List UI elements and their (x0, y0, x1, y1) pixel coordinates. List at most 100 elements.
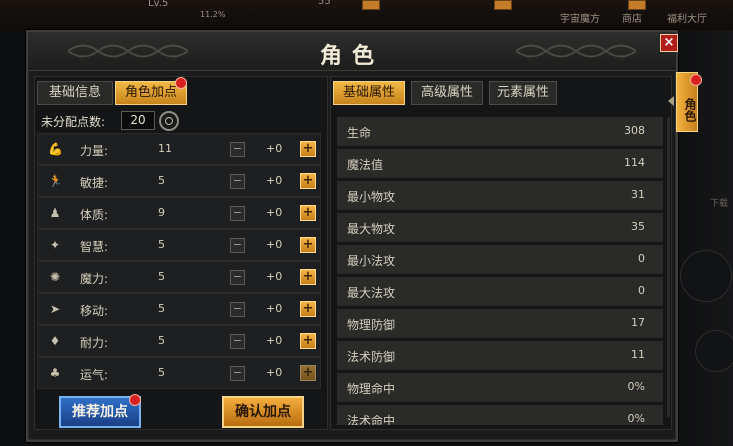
attribute-row-constitution: ♟ 体质: 9 − +0 + (37, 197, 321, 229)
decrease-button[interactable]: − (230, 142, 245, 157)
added-points: +0 (266, 238, 283, 251)
title-bar: 角色 × (28, 32, 678, 71)
stat-name: 生命 (347, 126, 372, 140)
reset-icon[interactable] (159, 111, 179, 131)
attribute-allocation-panel: 基础信息 角色加点 未分配点数: 20 💪 力量: 11 − +0 + 🏃 敏捷… (34, 76, 328, 430)
attribute-row-agility: 🏃 敏捷: 5 − +0 + (37, 165, 321, 197)
hud-button-2[interactable] (494, 0, 512, 10)
decrease-button[interactable]: − (230, 334, 245, 349)
attribute-row-luck: ♣ 运气: 5 − +0 + (37, 357, 321, 389)
added-points: +0 (266, 174, 283, 187)
stat-row: 物理防御 17 (337, 309, 663, 340)
attribute-value: 5 (158, 238, 165, 251)
stat-value: 35 (631, 220, 645, 233)
skill-slot[interactable] (680, 250, 732, 302)
attribute-label: 耐力: (80, 336, 109, 350)
notification-dot (175, 77, 187, 89)
hud-link-cube[interactable]: 宇宙魔方 (560, 10, 600, 25)
attribute-row-magic: ✺ 魔力: 5 − +0 + (37, 261, 321, 293)
attribute-row-movement: ➤ 移动: 5 − +0 + (37, 293, 321, 325)
attribute-value: 5 (158, 174, 165, 187)
increase-button[interactable]: + (300, 365, 316, 381)
strength-icon: 💪 (48, 142, 63, 156)
increase-button[interactable]: + (300, 301, 316, 317)
attribute-label: 魔力: (80, 272, 109, 286)
stat-row: 法术防御 11 (337, 341, 663, 372)
tab-basic-info[interactable]: 基础信息 (37, 81, 113, 105)
attribute-row-endurance: ♦ 耐力: 5 − +0 + (37, 325, 321, 357)
skill-slot[interactable] (695, 330, 733, 372)
stat-row: 法术命中 0% (337, 405, 663, 425)
stat-list[interactable]: 生命 308 魔法值 114 最小物攻 31 最大物攻 35 最小法攻 0 最大… (337, 117, 665, 425)
decrease-button[interactable]: − (230, 366, 245, 381)
increase-button[interactable]: + (300, 333, 316, 349)
agility-icon: 🏃 (48, 174, 63, 188)
magic-icon: ✺ (49, 270, 61, 284)
attribute-value: 5 (158, 302, 165, 315)
stat-row: 生命 308 (337, 117, 663, 148)
added-points: +0 (266, 270, 283, 283)
increase-button[interactable]: + (300, 141, 316, 157)
character-window: 角色 × 基础信息 角色加点 未分配点数: 20 💪 力量: 11 − +0 +… (26, 30, 678, 442)
increase-button[interactable]: + (300, 205, 316, 221)
hud-link-welfare[interactable]: 福利大厅 (667, 10, 707, 25)
side-note: 下载 (710, 199, 729, 209)
increase-button[interactable]: + (300, 237, 316, 253)
attribute-label: 敏捷: (80, 176, 109, 190)
added-points: +0 (266, 366, 283, 379)
attribute-label: 运气: (80, 368, 109, 382)
decrease-button[interactable]: − (230, 206, 245, 221)
close-button[interactable]: × (660, 34, 678, 52)
stat-name: 法术防御 (347, 350, 396, 364)
increase-button[interactable]: + (300, 173, 316, 189)
decrease-button[interactable]: − (230, 174, 245, 189)
attribute-row-wisdom: ✦ 智慧: 5 − +0 + (37, 229, 321, 261)
stat-value: 31 (631, 188, 645, 201)
tab-element-stats[interactable]: 元素属性 (489, 81, 557, 105)
added-points: +0 (266, 206, 283, 219)
stat-name: 魔法值 (347, 158, 384, 172)
stat-row: 魔法值 114 (337, 149, 663, 180)
tab-basic-stats[interactable]: 基础属性 (333, 81, 405, 105)
stats-scrollbar[interactable] (667, 117, 670, 417)
confirm-points-button[interactable]: 确认加点 (222, 396, 304, 428)
stat-row: 最小法攻 0 (337, 245, 663, 276)
constitution-icon: ♟ (49, 206, 61, 220)
stat-value: 308 (624, 124, 645, 137)
stat-name: 最小物攻 (347, 190, 396, 204)
points-label: 未分配点数: (41, 115, 106, 129)
attribute-value: 9 (158, 206, 165, 219)
wisdom-icon: ✦ (49, 238, 61, 252)
endurance-icon: ♦ (49, 334, 61, 348)
hud-button-1[interactable] (362, 0, 380, 10)
player-level: Lv.5 (148, 0, 169, 9)
stat-name: 法术命中 (347, 414, 396, 425)
attribute-label: 智慧: (80, 240, 109, 254)
increase-button[interactable]: + (300, 269, 316, 285)
stat-value: 114 (624, 156, 645, 169)
stat-name: 物理防御 (347, 318, 396, 332)
tab-advanced-stats[interactable]: 高级属性 (411, 81, 483, 105)
stat-value: 17 (631, 316, 645, 329)
attribute-value: 5 (158, 270, 165, 283)
decrease-button[interactable]: − (230, 270, 245, 285)
stat-value: 0 (638, 284, 645, 297)
decrease-button[interactable]: − (230, 238, 245, 253)
movement-icon: ➤ (49, 302, 61, 316)
notification-dot (690, 74, 702, 86)
added-points: +0 (266, 142, 283, 155)
hud-button-3[interactable] (628, 0, 646, 10)
added-points: +0 (266, 334, 283, 347)
decrease-button[interactable]: − (230, 302, 245, 317)
stat-name: 最大法攻 (347, 286, 396, 300)
notification-dot (129, 394, 141, 406)
top-hud: Lv.5 11.2% 55 宇宙魔方 商店 福利大厅 (0, 0, 733, 30)
stat-row: 最大物攻 35 (337, 213, 663, 244)
stat-row: 最大法攻 0 (337, 277, 663, 308)
stat-value: 0% (627, 380, 645, 393)
stat-name: 最大物攻 (347, 222, 396, 236)
stat-value: 11 (631, 348, 645, 361)
player-hp: 11.2% (200, 10, 226, 19)
hud-link-shop[interactable]: 商店 (622, 10, 642, 25)
attribute-label: 力量: (80, 144, 109, 158)
